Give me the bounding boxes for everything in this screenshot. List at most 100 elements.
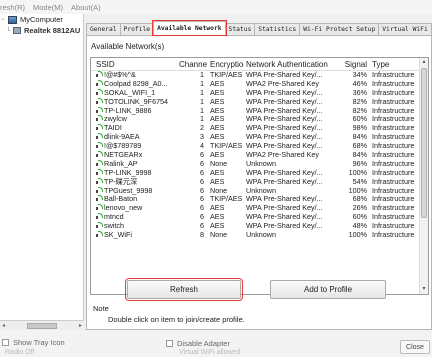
- close-button[interactable]: Close: [400, 340, 430, 354]
- cell-encryption: AES: [207, 98, 244, 107]
- tab-general[interactable]: General: [86, 23, 121, 35]
- cell-type: Infrastructure: [370, 107, 417, 116]
- cell-signal: 60%: [342, 213, 370, 222]
- cell-ssid: lenovo_new: [91, 204, 179, 213]
- cell-authentication: WPA Pre-Shared Key/...: [244, 142, 342, 151]
- cell-text: 6: [200, 159, 204, 168]
- cell-text: WPA2 Pre-Shared Key: [246, 79, 319, 88]
- tab-virtual-wifi[interactable]: Virtual WiFi: [378, 23, 432, 35]
- menu-refresh[interactable]: resh(R): [0, 3, 25, 12]
- checkbox-box[interactable]: [2, 339, 9, 346]
- checkbox-box[interactable]: [166, 340, 173, 347]
- network-row[interactable]: TP-LINK_9998 6 AES WPA Pre-Shared Key/... 10…: [91, 168, 428, 178]
- tree-item-adapter-label: Realtek 8812AU: [24, 26, 81, 35]
- cell-authentication: WPA Pre-Shared Key/...: [244, 107, 342, 116]
- cell-text: Infrastructure: [372, 115, 415, 124]
- cell-encryption: AES: [207, 89, 244, 98]
- cell-type: Infrastructure: [370, 195, 417, 204]
- network-row[interactable]: lenovo_new 6 AES WPA Pre-Shared Key/... 26% I…: [91, 204, 428, 213]
- list-header: SSID Channel Encryption Network Authenti…: [91, 58, 428, 71]
- tree-item-computer[interactable]: − MyComputer: [0, 14, 83, 25]
- scroll-down-icon[interactable]: ▾: [420, 285, 428, 294]
- scroll-left-icon[interactable]: ◂: [2, 322, 5, 329]
- cell-channel: 1: [179, 107, 207, 116]
- cell-text: AES: [210, 133, 225, 142]
- tab-wifi-protect-setup[interactable]: Wi-Fi Protect Setup: [299, 23, 380, 35]
- tab-available-network[interactable]: Available Network: [152, 20, 227, 36]
- collapse-icon[interactable]: −: [1, 17, 8, 23]
- cell-channel: 6: [179, 187, 207, 196]
- network-row[interactable]: switch 6 AES WPA Pre-Shared Key/... 48% Infra…: [91, 222, 428, 231]
- network-row[interactable]: SK_WiFi 8 None Unknown 100% Infrastructure: [91, 231, 428, 240]
- scroll-thumb[interactable]: [27, 322, 57, 329]
- cell-type: Infrastructure: [370, 71, 417, 80]
- cell-authentication: WPA Pre-Shared Key/...: [244, 204, 342, 213]
- tab-profile[interactable]: Profile: [119, 23, 155, 35]
- cell-text: AES: [210, 106, 225, 115]
- cell-channel: 1: [179, 115, 207, 124]
- network-row[interactable]: mtncd 6 AES WPA Pre-Shared Key/... 60% Infras…: [91, 213, 428, 222]
- menu-about[interactable]: About(A): [71, 3, 101, 12]
- cell-text: AES: [210, 115, 225, 124]
- cell-text: 82%: [352, 97, 367, 106]
- network-row[interactable]: TP-碟元深 6 AES WPA Pre-Shared Key/... 54% Infra…: [91, 177, 428, 187]
- vertical-scrollbar[interactable]: ▴ ▾: [419, 58, 428, 294]
- cell-channel: 6: [179, 222, 207, 231]
- cell-authentication: WPA Pre-Shared Key/...: [244, 222, 342, 231]
- cell-authentication: WPA2 Pre-Shared Key: [244, 151, 342, 160]
- network-row[interactable]: zwylcw 1 AES WPA Pre-Shared Key/... 60% Infra…: [91, 115, 428, 124]
- network-row[interactable]: TAIDI 2 AES WPA Pre-Shared Key/... 98% Infras…: [91, 124, 428, 133]
- cell-type: Infrastructure: [370, 231, 417, 240]
- tab-statistics[interactable]: Statistics: [254, 23, 301, 35]
- cell-ssid: NETGEARx: [91, 151, 179, 160]
- cell-text: 6: [200, 213, 204, 222]
- network-row[interactable]: Ball-Baton 6 TKIP/AES WPA Pre-Shared Key/..…: [91, 195, 428, 204]
- cell-text: Infrastructure: [372, 213, 415, 222]
- cell-text: AES: [210, 97, 225, 106]
- network-row[interactable]: Ralink_AP 6 None Unknown 96% Infrastructure: [91, 159, 428, 169]
- cell-text: Infrastructure: [372, 79, 415, 88]
- column-header-encryption[interactable]: Encryption: [207, 60, 244, 69]
- column-header-signal[interactable]: Signal: [342, 60, 370, 69]
- network-row[interactable]: !@$789789 4 TKIP/AES WPA Pre-Shared Key/...…: [91, 142, 428, 151]
- column-header-channel[interactable]: Channel: [179, 60, 207, 69]
- network-list[interactable]: SSID Channel Encryption Network Authenti…: [90, 57, 429, 295]
- network-row[interactable]: !@#$%^& 1 TKIP/AES WPA Pre-Shared Key/... 34…: [91, 71, 428, 80]
- cell-text: WPA Pre-Shared Key/...: [246, 142, 323, 151]
- left-horizontal-scrollbar[interactable]: ◂ ▸: [0, 320, 84, 330]
- cell-text: mtncd: [104, 213, 124, 222]
- column-header-type[interactable]: Type: [370, 60, 417, 69]
- cell-text: lenovo_new: [104, 204, 143, 213]
- cell-channel: 6: [179, 178, 207, 187]
- cell-text: 6: [200, 168, 204, 177]
- network-row[interactable]: dlink-9AEA 3 AES WPA Pre-Shared Key/... 84% I…: [91, 133, 428, 142]
- disable-adapter-checkbox[interactable]: Disable Adapter: [166, 339, 230, 348]
- network-row[interactable]: Coolpad 8298_A0... 1 AES WPA2 Pre-Shared Ke…: [91, 79, 428, 89]
- tab-status[interactable]: Status: [224, 23, 256, 35]
- scroll-up-icon[interactable]: ▴: [420, 58, 428, 67]
- cell-type: Infrastructure: [370, 169, 417, 178]
- cell-signal: 100%: [342, 187, 370, 196]
- network-row[interactable]: TOTOLINK_9F6754 1 AES WPA Pre-Shared Key/..…: [91, 97, 428, 107]
- cell-channel: 3: [179, 133, 207, 142]
- column-header-authentication[interactable]: Network Authentication: [244, 60, 342, 69]
- network-row[interactable]: TP-LINK_9886 1 AES WPA Pre-Shared Key/... 82…: [91, 106, 428, 116]
- cell-encryption: None: [207, 160, 244, 169]
- network-row[interactable]: SOKAL_WIFI_1 1 AES WPA Pre-Shared Key/... 36…: [91, 88, 428, 98]
- tree-item-adapter[interactable]: └ Realtek 8812AU: [0, 25, 83, 36]
- scroll-right-icon[interactable]: ▸: [79, 322, 82, 329]
- network-row[interactable]: NETGEARx 6 AES WPA2 Pre-Shared Key 84% Infras…: [91, 151, 428, 160]
- column-header-ssid[interactable]: SSID: [91, 60, 179, 69]
- cell-text: 98%: [352, 124, 367, 133]
- cell-signal: 60%: [342, 115, 370, 124]
- menu-mode[interactable]: Mode(M): [33, 3, 63, 12]
- cell-text: TKIP/AES: [210, 142, 243, 151]
- add-to-profile-button[interactable]: Add to Profile: [270, 280, 386, 299]
- network-row[interactable]: TPGuest_9998 6 None Unknown 100% Infrastructu…: [91, 186, 428, 196]
- cell-authentication: WPA Pre-Shared Key/...: [244, 178, 342, 187]
- cell-channel: 1: [179, 98, 207, 107]
- show-tray-icon-checkbox[interactable]: Show Tray Icon: [2, 338, 65, 347]
- refresh-button[interactable]: Refresh: [125, 278, 243, 301]
- cell-signal: 68%: [342, 142, 370, 151]
- scroll-thumb[interactable]: [421, 68, 427, 218]
